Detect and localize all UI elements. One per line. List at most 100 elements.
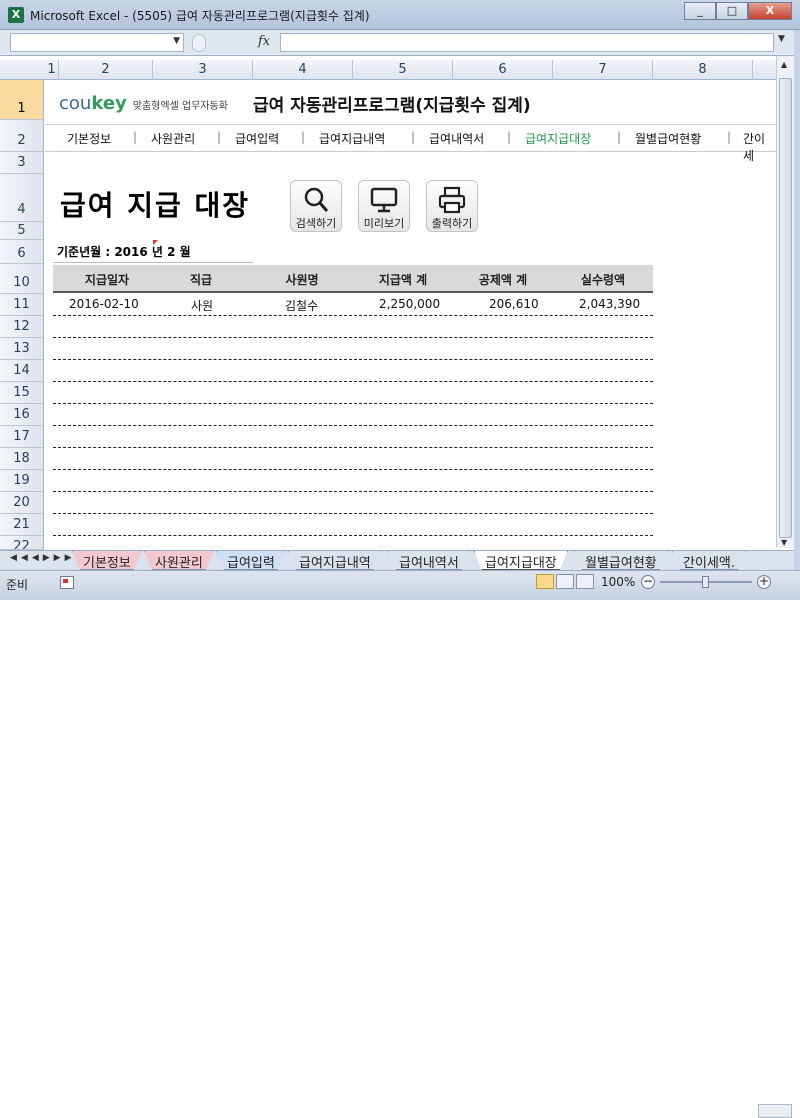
table-row[interactable] <box>53 470 653 492</box>
sheet-tab[interactable]: 기본정보 <box>72 551 142 570</box>
minimize-button[interactable]: _ <box>684 2 716 20</box>
chevron-down-icon[interactable]: ▼ <box>173 36 180 46</box>
close-button[interactable]: X <box>748 2 792 20</box>
scroll-thumb[interactable] <box>779 78 792 538</box>
menu-item-monthly-status[interactable]: 월별급여현황 <box>635 130 701 147</box>
sheet-tab[interactable]: 급여내역서 <box>388 551 470 570</box>
column-header[interactable]: 5 <box>353 60 453 80</box>
menu-item-salary-input[interactable]: 급여입력 <box>235 130 279 147</box>
cell-pay-date[interactable]: 2016-02-10 <box>69 297 139 311</box>
expand-formula-icon[interactable]: ▼ <box>778 34 785 44</box>
sheet-tab[interactable]: 월별급여현황 <box>574 551 668 570</box>
tab-scroll-arrows-icon[interactable]: ◀◀◀▶▶▶ <box>10 553 76 563</box>
sheet-tab[interactable]: 급여지급내역 <box>288 551 382 570</box>
table-row[interactable] <box>53 492 653 514</box>
menu-separator: | <box>727 130 732 144</box>
row-header[interactable]: 18 <box>0 448 44 470</box>
menu-item-payment-history[interactable]: 급여지급내역 <box>319 130 385 147</box>
formula-bar-divider[interactable] <box>192 34 206 52</box>
menu-item-payroll-ledger[interactable]: 급여지급대장 <box>525 130 591 147</box>
row-header[interactable]: 13 <box>0 338 44 360</box>
search-button[interactable]: 검색하기 <box>290 180 342 232</box>
menu-item-basic-info[interactable]: 기본정보 <box>67 130 111 147</box>
insert-function-icon[interactable]: fx <box>258 34 270 49</box>
table-row[interactable]: 2016-02-10 사원 김철수 2,250,000 206,610 2,04… <box>53 294 653 316</box>
column-header[interactable]: 7 <box>553 60 653 80</box>
sheet-tab[interactable]: 급여입력 <box>216 551 286 570</box>
normal-view-icon[interactable] <box>536 574 554 589</box>
worksheet-grid[interactable]: coukey 맞춤형엑셀 업무자동화 급여 자동관리프로그램(지급횟수 집계) 기… <box>45 80 776 548</box>
row-header[interactable]: 19 <box>0 470 44 492</box>
sheet-tab[interactable]: 간이세액. <box>672 551 746 570</box>
formula-input[interactable] <box>280 33 774 52</box>
row-header[interactable]: 22 <box>0 536 44 550</box>
zoom-out-icon[interactable]: − <box>641 575 655 589</box>
table-row[interactable] <box>53 426 653 448</box>
period-cell[interactable]: 기준년월 : 2016 년 2 월 <box>53 240 253 263</box>
cell-total-pay[interactable]: 2,250,000 <box>379 297 440 311</box>
table-row[interactable] <box>53 316 653 338</box>
row-header[interactable]: 3 <box>0 152 44 174</box>
table-row[interactable] <box>53 536 653 548</box>
column-header[interactable]: 2 <box>59 60 153 80</box>
menu-item-simple-tax[interactable]: 간이세 <box>743 130 776 164</box>
column-header-rank: 직급 <box>189 273 213 287</box>
row-header[interactable]: 14 <box>0 360 44 382</box>
macro-record-icon[interactable] <box>60 576 74 589</box>
row-header[interactable]: 21 <box>0 514 44 536</box>
cell-total-deduction[interactable]: 206,610 <box>489 297 539 311</box>
row-header[interactable]: 1 <box>0 80 44 120</box>
excel-app-icon[interactable]: X <box>8 7 24 23</box>
column-header[interactable]: 4 <box>253 60 353 80</box>
row-header[interactable]: 15 <box>0 382 44 404</box>
row-header[interactable]: 11 <box>0 294 44 316</box>
comment-indicator <box>153 240 158 245</box>
row-header[interactable]: 5 <box>0 222 44 240</box>
row-header[interactable]: 4 <box>0 174 44 222</box>
table-row[interactable] <box>53 360 653 382</box>
menu-separator: | <box>411 130 416 144</box>
column-header-net-pay: 실수령액 <box>580 273 626 287</box>
sheet-tab[interactable]: 사원관리 <box>144 551 214 570</box>
table-row[interactable] <box>53 338 653 360</box>
zoom-in-icon[interactable]: + <box>757 575 771 589</box>
cell-employee-name[interactable]: 김철수 <box>285 297 318 314</box>
vertical-scrollbar[interactable]: ▲ ▼ <box>776 56 794 548</box>
row-header[interactable]: 12 <box>0 316 44 338</box>
preview-button[interactable]: 미리보기 <box>358 180 410 232</box>
zoom-level[interactable]: 100% <box>601 575 635 589</box>
zoom-slider-thumb[interactable] <box>702 576 709 588</box>
name-box[interactable]: ▼ <box>10 33 184 52</box>
page-layout-view-icon[interactable] <box>556 574 574 589</box>
table-row[interactable] <box>53 382 653 404</box>
window-controls: _ □ X <box>684 2 792 20</box>
menu-item-employee[interactable]: 사원관리 <box>151 130 195 147</box>
restore-button[interactable]: □ <box>716 2 748 20</box>
nav-menu: 기본정보 | 사원관리 | 급여입력 | 급여지급내역 | 급여내역서 | 급여… <box>45 124 776 163</box>
table-row[interactable] <box>53 404 653 426</box>
horizontal-scrollbar[interactable] <box>758 1104 792 1118</box>
row-header[interactable]: 2 <box>0 120 44 152</box>
menu-item-salary-statement[interactable]: 급여내역서 <box>429 130 484 147</box>
table-row[interactable] <box>53 514 653 536</box>
column-header[interactable]: 3 <box>153 60 253 80</box>
table-row[interactable] <box>53 448 653 470</box>
row-header[interactable]: 16 <box>0 404 44 426</box>
cell-net-pay[interactable]: 2,043,390 <box>579 297 640 311</box>
column-header[interactable]: 1 <box>45 60 59 80</box>
printer-icon <box>438 186 466 214</box>
row-header[interactable]: 20 <box>0 492 44 514</box>
column-header[interactable]: 8 <box>653 60 753 80</box>
scroll-down-icon[interactable]: ▼ <box>781 538 787 547</box>
menu-separator: | <box>617 130 622 144</box>
sheet-tab-active[interactable]: 급여지급대장 <box>474 551 568 570</box>
row-header[interactable]: 10 <box>0 264 44 294</box>
scroll-up-icon[interactable]: ▲ <box>781 60 787 69</box>
column-header[interactable]: 6 <box>453 60 553 80</box>
page-break-view-icon[interactable] <box>576 574 594 589</box>
row-header[interactable]: 6 <box>0 240 44 264</box>
row-header[interactable]: 17 <box>0 426 44 448</box>
menu-separator: | <box>133 130 138 144</box>
cell-rank[interactable]: 사원 <box>191 297 213 314</box>
print-button[interactable]: 출력하기 <box>426 180 478 232</box>
